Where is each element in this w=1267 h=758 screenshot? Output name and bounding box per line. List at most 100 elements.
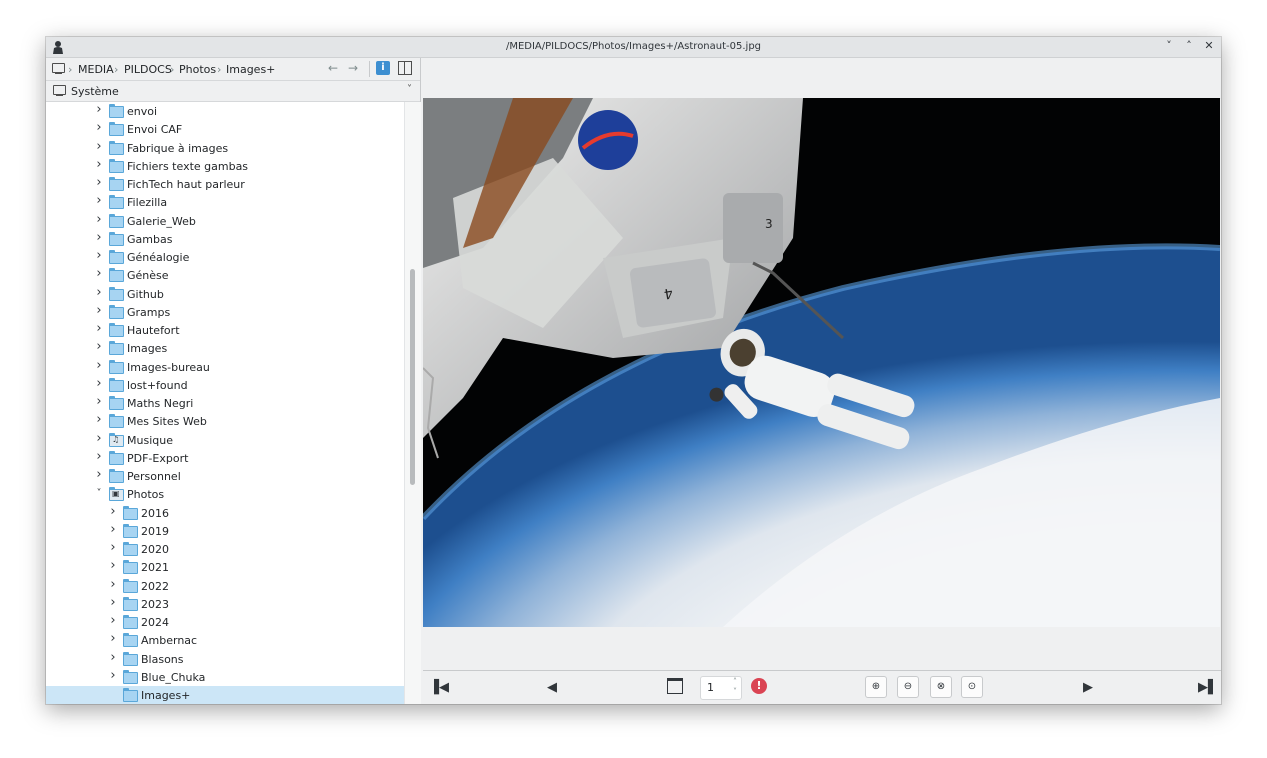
- slideshow-icon[interactable]: [667, 678, 683, 694]
- zoom-in-icon[interactable]: ⊕: [865, 676, 887, 698]
- tree-item[interactable]: › Filezilla: [46, 193, 404, 211]
- tree-item[interactable]: › Github: [46, 285, 404, 303]
- collapse-arrow-icon[interactable]: ›: [108, 577, 118, 592]
- tree-item[interactable]: › 2020: [46, 540, 404, 558]
- tree-item[interactable]: › 2021: [46, 558, 404, 576]
- breadcrumb-separator: ›: [68, 63, 73, 76]
- collapse-arrow-icon[interactable]: ›: [94, 175, 104, 190]
- collapse-arrow-icon[interactable]: ›: [94, 157, 104, 172]
- close-button[interactable]: ✕: [1203, 39, 1215, 52]
- first-image-icon[interactable]: ▐◀: [429, 680, 449, 695]
- collapse-arrow-icon[interactable]: ›: [94, 139, 104, 154]
- tree-item[interactable]: › Maths Negri: [46, 394, 404, 412]
- breadcrumb-item-pildocs[interactable]: PILDOCS: [124, 63, 172, 76]
- folder-icon: [109, 104, 124, 118]
- collapse-arrow-icon[interactable]: ›: [108, 558, 118, 573]
- collapse-arrow-icon[interactable]: ›: [94, 449, 104, 464]
- collapse-arrow-icon[interactable]: ›: [94, 303, 104, 318]
- navigation-panel: › MEDIA › PILDOCS › Photos › Images+ ← →…: [46, 58, 421, 704]
- tree-item[interactable]: › Images: [46, 339, 404, 357]
- collapse-arrow-icon[interactable]: ›: [94, 431, 104, 446]
- tree-item[interactable]: › Galerie_Web: [46, 212, 404, 230]
- tree-item[interactable]: › Gramps: [46, 303, 404, 321]
- astronaut-photo[interactable]: 4 3: [423, 98, 1220, 627]
- tree-item[interactable]: › Hautefort: [46, 321, 404, 339]
- tree-item[interactable]: ˅ Photos: [46, 485, 404, 503]
- collapse-arrow-icon[interactable]: ›: [108, 522, 118, 537]
- tree-item[interactable]: › Ambernac: [46, 631, 404, 649]
- stop-icon[interactable]: !: [751, 678, 767, 694]
- tree-item[interactable]: › PDF-Export: [46, 449, 404, 467]
- pictures-folder-icon: [109, 487, 124, 502]
- tree-item[interactable]: › Généalogie: [46, 248, 404, 266]
- tree-item[interactable]: Images+: [46, 686, 404, 704]
- zoom-out-icon[interactable]: ⊖: [897, 676, 919, 698]
- tree-item[interactable]: › Blasons: [46, 650, 404, 668]
- frame-spinbox[interactable]: 1 ˄ ˅: [700, 676, 742, 700]
- next-image-icon[interactable]: ▶: [1083, 680, 1093, 695]
- collapse-arrow-icon[interactable]: ›: [108, 668, 118, 683]
- collapse-arrow-icon[interactable]: ›: [94, 412, 104, 427]
- frame-value[interactable]: 1: [707, 681, 714, 694]
- collapse-arrow-icon[interactable]: ›: [108, 540, 118, 555]
- tree-item[interactable]: › Fabrique à images: [46, 139, 404, 157]
- last-image-icon[interactable]: ▶▌: [1198, 680, 1218, 695]
- collapse-arrow-icon[interactable]: ›: [94, 285, 104, 300]
- collapse-arrow-icon[interactable]: ›: [94, 321, 104, 336]
- collapse-arrow-icon[interactable]: ›: [94, 376, 104, 391]
- info-icon[interactable]: i: [376, 61, 390, 75]
- collapse-arrow-icon[interactable]: ›: [108, 613, 118, 628]
- tree-item[interactable]: › Génèse: [46, 266, 404, 284]
- breadcrumb-item-media[interactable]: MEDIA: [78, 63, 114, 76]
- tree-item[interactable]: › Musique: [46, 431, 404, 449]
- tree-scrollbar[interactable]: [404, 102, 421, 704]
- collapse-arrow-icon[interactable]: ›: [94, 358, 104, 373]
- collapse-arrow-icon[interactable]: ›: [94, 394, 104, 409]
- tree-item[interactable]: › FichTech haut parleur: [46, 175, 404, 193]
- breadcrumb-item-images-plus[interactable]: Images+: [226, 63, 275, 76]
- collapse-arrow-icon[interactable]: ›: [108, 631, 118, 646]
- tree-item[interactable]: › Fichiers texte gambas: [46, 157, 404, 175]
- computer-icon[interactable]: [52, 63, 65, 74]
- tree-item[interactable]: › 2022: [46, 577, 404, 595]
- collapse-arrow-icon[interactable]: ›: [94, 266, 104, 281]
- expand-arrow-icon[interactable]: ˅: [94, 488, 104, 499]
- scrollbar-thumb[interactable]: [410, 269, 415, 485]
- minimize-button[interactable]: ˅: [1163, 39, 1175, 52]
- collapse-arrow-icon[interactable]: ›: [108, 650, 118, 665]
- breadcrumb-item-photos[interactable]: Photos: [179, 63, 216, 76]
- tree-item[interactable]: › lost+found: [46, 376, 404, 394]
- zoom-original-icon[interactable]: ⊙: [961, 676, 983, 698]
- collapse-arrow-icon[interactable]: ›: [94, 193, 104, 208]
- tree-item[interactable]: › Envoi CAF: [46, 120, 404, 138]
- zoom-fit-icon[interactable]: ⊗: [930, 676, 952, 698]
- collapse-arrow-icon[interactable]: ›: [94, 212, 104, 227]
- collapse-arrow-icon[interactable]: ›: [94, 248, 104, 263]
- collapse-arrow-icon[interactable]: ›: [94, 467, 104, 482]
- tree-item[interactable]: › 2016: [46, 504, 404, 522]
- collapse-arrow-icon[interactable]: ›: [108, 504, 118, 519]
- tree-item[interactable]: › Personnel: [46, 467, 404, 485]
- maximize-button[interactable]: ˄: [1183, 39, 1195, 52]
- tree-item[interactable]: › Gambas: [46, 230, 404, 248]
- tree-item[interactable]: › 2024: [46, 613, 404, 631]
- tree-item[interactable]: › Blue_Chuka: [46, 668, 404, 686]
- collapse-arrow-icon[interactable]: ›: [108, 595, 118, 610]
- tree-item[interactable]: › 2019: [46, 522, 404, 540]
- split-view-icon[interactable]: [398, 61, 412, 75]
- collapse-arrow-icon[interactable]: ›: [94, 339, 104, 354]
- folder-icon: [123, 596, 138, 611]
- folder-icon: [109, 359, 124, 374]
- tree-item[interactable]: › Images-bureau: [46, 358, 404, 376]
- spin-arrows-icon[interactable]: ˄ ˅: [733, 677, 737, 697]
- previous-image-icon[interactable]: ◀: [547, 680, 557, 695]
- tree-item[interactable]: › Mes Sites Web: [46, 412, 404, 430]
- back-arrow-icon[interactable]: ←: [328, 61, 338, 75]
- collapse-arrow-icon[interactable]: ›: [94, 102, 104, 117]
- forward-arrow-icon[interactable]: →: [348, 61, 358, 75]
- collapse-arrow-icon[interactable]: ›: [94, 230, 104, 245]
- tree-item[interactable]: › 2023: [46, 595, 404, 613]
- tree-item[interactable]: › envoi: [46, 102, 404, 120]
- collapse-arrow-icon[interactable]: ›: [94, 120, 104, 135]
- places-selector[interactable]: Système ˅: [46, 81, 420, 102]
